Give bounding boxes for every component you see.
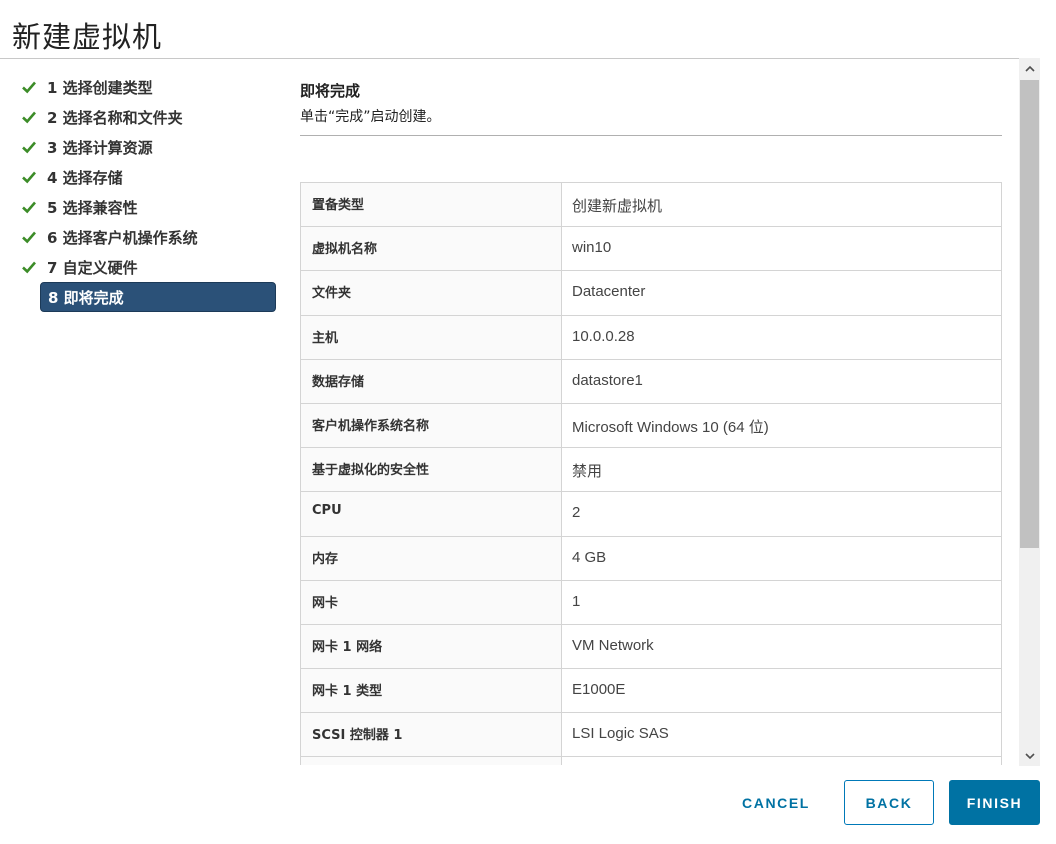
- chevron-up-icon[interactable]: [1019, 58, 1040, 78]
- summary-row: 内存 4 GB: [301, 536, 1001, 581]
- summary-grid: 置备类型 创建新虚拟机 虚拟机名称 win10 文件夹 Datacenter 主机 10.0.…: [300, 182, 1002, 765]
- section-description: 单击“完成”启动创建。: [300, 109, 441, 125]
- scrollbar-thumb[interactable]: [1020, 80, 1039, 548]
- step-item-7[interactable]: 7 自定义硬件: [22, 252, 276, 282]
- step-label: 5 选择兼容性: [47, 198, 138, 217]
- summary-value: VM Network: [572, 636, 654, 654]
- step-item-5[interactable]: 5 选择兼容性: [22, 192, 276, 222]
- summary-key: 文件夹: [301, 271, 562, 315]
- scrollbar[interactable]: [1019, 58, 1040, 766]
- summary-row: SCSI 控制器 1 LSI Logic SAS: [301, 713, 1001, 758]
- summary-value: 禁用: [572, 463, 603, 481]
- back-button[interactable]: BACK: [844, 780, 934, 825]
- step-label: 8 即将完成: [48, 288, 124, 307]
- checkmark-icon: [22, 201, 36, 214]
- checkmark-icon: [22, 111, 36, 124]
- summary-key: 内存: [301, 536, 562, 580]
- summary-key: 置备类型: [301, 183, 562, 227]
- summary-key: 基于虚拟化的安全性: [301, 448, 562, 492]
- summary-key: [301, 757, 562, 765]
- summary-key: 客户机操作系统名称: [301, 403, 562, 448]
- summary-value: 创建新虚拟机: [572, 198, 663, 215]
- summary-value: [562, 757, 1001, 765]
- step-label: 7 自定义硬件: [47, 258, 138, 277]
- step-label: 1 选择创建类型: [47, 78, 153, 97]
- chevron-down-icon[interactable]: [1019, 746, 1040, 766]
- step-item-3[interactable]: 3 选择计算资源: [22, 132, 276, 162]
- checkmark-icon: [22, 81, 36, 94]
- step-item-4[interactable]: 4 选择存储: [22, 162, 276, 192]
- step-label: 4 选择存储: [47, 168, 123, 187]
- summary-key: 网卡: [301, 580, 562, 624]
- checkmark-icon: [22, 171, 36, 184]
- summary-row: [301, 757, 1001, 765]
- step-item-2[interactable]: 2 选择名称和文件夹: [22, 102, 276, 132]
- section-title: 即将完成: [300, 82, 361, 100]
- title-divider: [0, 58, 1040, 59]
- summary-value: LSI Logic SAS: [572, 725, 669, 743]
- summary-value: 4 GB: [572, 548, 607, 566]
- summary-value: 10.0.0.28: [572, 327, 635, 345]
- summary-row: 客户机操作系统名称 Microsoft Windows 10 (64 位): [301, 403, 1001, 449]
- summary-value: win10: [572, 239, 612, 257]
- summary-key: 虚拟机名称: [301, 227, 562, 271]
- summary-row: 文件夹 Datacenter: [301, 271, 1001, 316]
- content-divider: [300, 135, 1002, 136]
- dialog-title: 新建虚拟机: [12, 20, 163, 54]
- summary-key: SCSI 控制器 1: [301, 713, 562, 757]
- step-label: 3 选择计算资源: [47, 138, 153, 157]
- step-item-8[interactable]: 8 即将完成: [40, 282, 276, 312]
- summary-value: 1: [572, 592, 581, 610]
- summary-row: 网卡 1 网络 VM Network: [301, 624, 1001, 670]
- checkmark-icon: [22, 231, 36, 244]
- summary-row: CPU 2: [301, 492, 1001, 537]
- summary-row: 置备类型 创建新虚拟机: [301, 183, 1001, 228]
- summary-row: 基于虚拟化的安全性 禁用: [301, 448, 1001, 493]
- summary-row: 虚拟机名称 win10: [301, 227, 1001, 272]
- summary-value: 2: [572, 504, 581, 522]
- checkmark-icon: [22, 261, 36, 274]
- summary-key: 网卡 1 类型: [301, 669, 562, 713]
- summary-key: 网卡 1 网络: [301, 624, 562, 669]
- step-item-1[interactable]: 1 选择创建类型: [22, 72, 276, 102]
- summary-value: Datacenter: [572, 283, 646, 301]
- finish-button[interactable]: FINISH: [949, 780, 1040, 825]
- step-label: 2 选择名称和文件夹: [47, 108, 183, 127]
- summary-value: datastore1: [572, 371, 643, 389]
- step-label: 6 选择客户机操作系统: [47, 228, 198, 247]
- summary-key: 主机: [301, 315, 562, 359]
- summary-row: 网卡 1: [301, 580, 1001, 625]
- summary-key: 数据存储: [301, 359, 562, 403]
- summary-row: 数据存储 datastore1: [301, 359, 1001, 404]
- summary-row: 主机 10.0.0.28: [301, 315, 1001, 360]
- summary-value: E1000E: [572, 681, 626, 699]
- summary-row: 网卡 1 类型 E1000E: [301, 669, 1001, 714]
- summary-key: CPU: [301, 492, 562, 536]
- cancel-button[interactable]: CANCEL: [729, 780, 823, 825]
- checkmark-icon: [22, 141, 36, 154]
- step-item-6[interactable]: 6 选择客户机操作系统: [22, 222, 276, 252]
- summary-value: Microsoft Windows 10 (64 位): [572, 418, 769, 436]
